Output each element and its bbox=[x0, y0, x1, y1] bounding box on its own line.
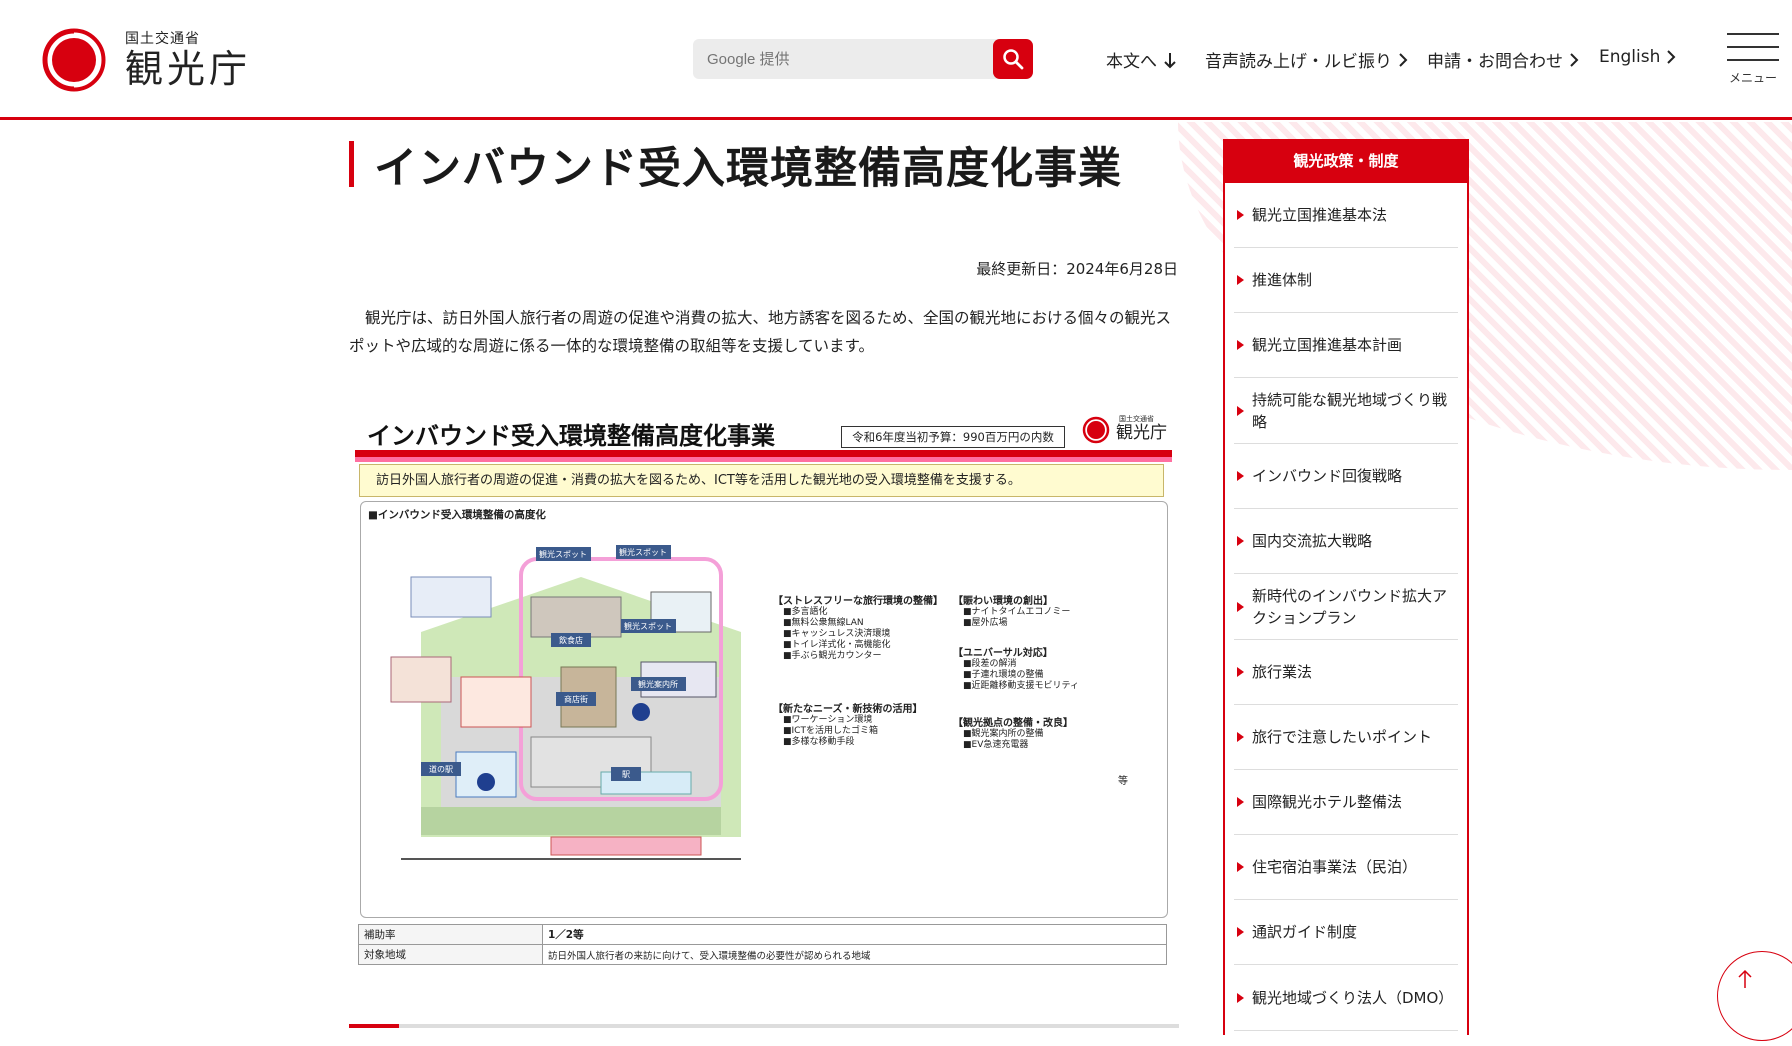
nav-label: 音声読み上げ・ルビ振り bbox=[1205, 52, 1392, 72]
figure-box-heading: ■インバウンド受入環境整備の高度化 bbox=[368, 509, 546, 521]
figure-stripe bbox=[355, 450, 1172, 462]
category-new-needs: 【新たなニーズ・新技術の活用】 ■ワーケーション環境 ■ICTを活用したゴミ箱 … bbox=[773, 704, 923, 747]
figure-logo-sub: 国土交通省 bbox=[1119, 415, 1154, 423]
menu-label: メニュー bbox=[1728, 71, 1777, 85]
figure-title: インバウンド受入環境整備高度化事業 bbox=[367, 422, 775, 450]
sidebar-item-promotion-system[interactable]: 推進体制 bbox=[1234, 248, 1458, 313]
nav-contact[interactable]: 申請・お問合わせ bbox=[1427, 47, 1579, 72]
sidebar-item-inbound-recovery[interactable]: インバウンド回復戦略 bbox=[1234, 444, 1458, 509]
illus-label-station: 駅 bbox=[622, 770, 630, 779]
hamburger-icon bbox=[1727, 33, 1779, 61]
logo-mark-icon bbox=[1082, 416, 1110, 444]
illus-label-tourist-info: 観光案内所 bbox=[638, 679, 678, 689]
table-value: 1／2等 bbox=[542, 924, 1167, 945]
site-logo[interactable]: 国土交通省 観光庁 bbox=[37, 28, 251, 92]
illus-label-roadside-station: 道の駅 bbox=[429, 764, 453, 774]
sidebar-item-action-plan[interactable]: 新時代のインバウンド拡大アクションプラン bbox=[1234, 574, 1458, 640]
nav-label: 申請・お問合わせ bbox=[1427, 52, 1563, 72]
sidebar-item-travel-agency-act[interactable]: 旅行業法 bbox=[1234, 640, 1458, 705]
illus-label-spot-1: 観光スポット bbox=[539, 549, 587, 559]
chevron-right-icon bbox=[1667, 50, 1676, 64]
table-key: 対象地域 bbox=[358, 944, 543, 965]
sidebar-item-sustainable[interactable]: 持続可能な観光地域づくり戦略 bbox=[1234, 378, 1458, 444]
figure-lead: 訪日外国人旅行者の周遊の促進・消費の拡大を図るため、ICT等を活用した観光地の受… bbox=[359, 464, 1164, 497]
last-updated: 最終更新日：2024年6月28日 bbox=[976, 260, 1178, 278]
chevron-right-icon bbox=[1399, 52, 1408, 67]
info-icon bbox=[477, 773, 495, 791]
nav-skip-to-content[interactable]: 本文へ bbox=[1106, 47, 1177, 72]
figure-box: ■インバウンド受入環境整備の高度化 観光スポット 観光スポット 観光スポット 飲… bbox=[360, 501, 1168, 918]
category-vibrancy: 【賑わい環境の創出】 ■ナイトタイムエコノミー ■屋外広場 bbox=[953, 596, 1071, 628]
category-stress-free: 【ストレスフリーな旅行環境の整備】 ■多言語化 ■無料公衆無線LAN ■キャッシ… bbox=[773, 596, 943, 661]
town-illustration: 観光スポット 観光スポット 観光スポット 飲食店 商店街 観光案内所 道の駅 駅 bbox=[390, 545, 741, 860]
nav-label: 本文へ bbox=[1106, 52, 1157, 72]
page-title: インバウンド受入環境整備高度化事業 bbox=[374, 144, 1122, 194]
title-accent-bar bbox=[349, 141, 354, 187]
figure-table: 補助率 1／2等 対象地域 訪日外国人旅行者の来訪に向けて、受入環境整備の必要性… bbox=[358, 924, 1167, 965]
logo-title: 観光庁 bbox=[125, 47, 252, 91]
sidebar-item-guide[interactable]: 通訳ガイド制度 bbox=[1234, 900, 1458, 965]
info-icon bbox=[632, 703, 650, 721]
site-header: 国土交通省 観光庁 本文へ 音声読み上げ・ルビ振り 申請・お問合わせ Engli… bbox=[0, 0, 1792, 120]
table-row: 補助率 1／2等 bbox=[358, 924, 1167, 945]
back-to-top-button[interactable] bbox=[1717, 951, 1792, 1041]
illus-label-restaurant: 飲食店 bbox=[559, 635, 583, 645]
search-button[interactable] bbox=[993, 39, 1033, 79]
sidebar-item-dmo[interactable]: 観光地域づくり法人（DMO） bbox=[1234, 965, 1458, 1031]
overview-figure: インバウンド受入環境整備高度化事業 令和6年度当初予算：990百万円の内数 国土… bbox=[355, 408, 1175, 972]
illus-label-spot-2: 観光スポット bbox=[619, 547, 667, 557]
intro-text: 観光庁は、訪日外国人旅行者の周遊の促進や消費の拡大、地方誘客を図るため、全国の観… bbox=[349, 309, 1172, 355]
arrow-up-icon bbox=[1738, 969, 1752, 988]
sidebar-item-minpaku[interactable]: 住宅宿泊事業法（民泊） bbox=[1234, 835, 1458, 900]
nav-label: English bbox=[1599, 47, 1661, 67]
etc-label: 等 bbox=[1118, 776, 1128, 787]
search-box bbox=[693, 39, 1033, 79]
category-tourism-hub: 【観光拠点の整備・改良】 ■観光案内所の整備 ■EV急速充電器 bbox=[953, 718, 1073, 750]
figure-budget: 令和6年度当初予算：990百万円の内数 bbox=[841, 426, 1065, 448]
sidebar-item-hotel-act[interactable]: 国際観光ホテル整備法 bbox=[1234, 770, 1458, 835]
sidebar-item-basic-plan[interactable]: 観光立国推進基本計画 bbox=[1234, 313, 1458, 378]
table-row: 対象地域 訪日外国人旅行者の来訪に向けて、受入環境整備の必要性が認められる地域 bbox=[358, 944, 1167, 965]
sidebar-item-domestic[interactable]: 国内交流拡大戦略 bbox=[1234, 509, 1458, 574]
table-key: 補助率 bbox=[358, 924, 543, 945]
sidebar-item-basic-act[interactable]: 観光立国推進基本法 bbox=[1234, 183, 1458, 248]
illus-label-shopping: 商店街 bbox=[564, 694, 588, 704]
search-icon bbox=[1003, 49, 1024, 70]
category-universal: 【ユニバーサル対応】 ■段差の解消 ■子連れ環境の整備 ■近距離移動支援モビリテ… bbox=[953, 648, 1079, 691]
nav-voice-ruby[interactable]: 音声読み上げ・ルビ振り bbox=[1205, 47, 1408, 72]
sidebar: 観光政策・制度 観光立国推進基本法 推進体制 観光立国推進基本計画 持続可能な観… bbox=[1223, 139, 1469, 1035]
logo-mark-icon bbox=[37, 28, 111, 92]
logo-subtitle: 国土交通省 bbox=[125, 31, 200, 47]
arrow-down-icon bbox=[1164, 52, 1176, 68]
section-divider bbox=[349, 1024, 1179, 1028]
nav-english[interactable]: English bbox=[1599, 47, 1676, 67]
table-value: 訪日外国人旅行者の来訪に向けて、受入環境整備の必要性が認められる地域 bbox=[542, 944, 1167, 965]
sidebar-heading: 観光政策・制度 bbox=[1223, 139, 1469, 183]
sidebar-item-travel-tips[interactable]: 旅行で注意したいポイント bbox=[1234, 705, 1458, 770]
illus-label-spot-3: 観光スポット bbox=[624, 621, 672, 631]
search-input[interactable] bbox=[707, 39, 977, 79]
chevron-right-icon bbox=[1570, 52, 1579, 67]
figure-logo: 国土交通省 観光庁 bbox=[1081, 415, 1167, 444]
menu-button[interactable]: メニュー bbox=[1727, 33, 1779, 86]
